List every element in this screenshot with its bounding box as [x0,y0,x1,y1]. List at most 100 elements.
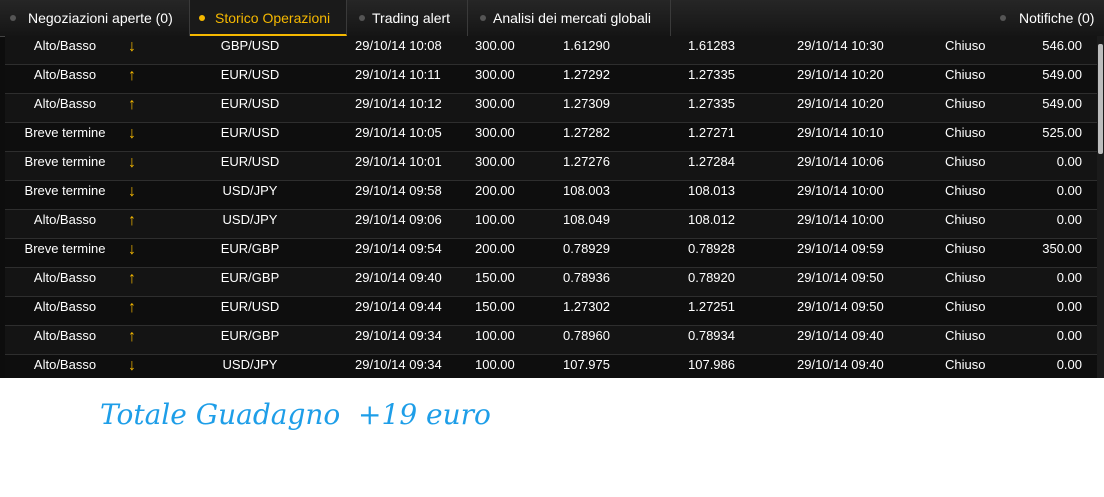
payout-amount: 546.00 [1042,38,1082,53]
tab-dot-icon [199,15,205,21]
direction-arrow-icon: ↑ [128,270,136,287]
expiry-time: 29/10/14 09:40 [797,357,884,372]
asset-pair: EUR/USD [220,67,280,82]
direction-arrow-icon: ↓ [128,241,136,258]
expiry-time: 29/10/14 09:50 [797,270,884,285]
trade-type: Alto/Basso [33,299,97,314]
close-price: 1.27284 [688,154,735,169]
tab-open-trades[interactable]: Negoziazioni aperte (0) [0,0,190,36]
open-price: 108.049 [563,212,610,227]
open-time: 29/10/14 09:54 [355,241,442,256]
trade-status: Chiuso [945,67,986,82]
investment-amount: 100.00 [475,328,515,343]
table-row[interactable]: Breve termine ↓ USD/JPY 29/10/14 09:58 200.0… [5,181,1097,210]
open-time: 29/10/14 10:12 [355,96,442,111]
asset-pair: USD/JPY [222,357,278,372]
notifications-button[interactable]: Notifiche (0) [996,0,1104,36]
asset-pair: USD/JPY [222,183,278,198]
investment-amount: 150.00 [475,270,515,285]
tab-dot-icon [480,15,486,21]
trade-status: Chiuso [945,154,986,169]
direction-arrow-icon: ↓ [128,154,136,171]
payout-amount: 0.00 [1056,328,1082,343]
open-time: 29/10/14 10:05 [355,125,442,140]
tab-dot-icon [359,15,365,21]
open-time: 29/10/14 10:08 [355,38,442,53]
trade-type: Alto/Basso [33,38,97,53]
open-time: 29/10/14 09:06 [355,212,442,227]
table-row[interactable]: Alto/Basso ↑ USD/JPY 29/10/14 09:06 100.00 10… [5,210,1097,239]
tab-label: Negoziazioni aperte (0) [28,10,173,26]
direction-arrow-icon: ↑ [128,212,136,229]
investment-amount: 300.00 [475,125,515,140]
expiry-time: 29/10/14 10:00 [797,183,884,198]
tab-trading-alert[interactable]: Trading alert [347,0,468,36]
payout-amount: 350.00 [1042,241,1082,256]
trade-status: Chiuso [945,125,986,140]
expiry-time: 29/10/14 10:06 [797,154,884,169]
payout-amount: 0.00 [1056,357,1082,372]
investment-amount: 100.00 [475,357,515,372]
trade-status: Chiuso [945,38,986,53]
table-scrollbar[interactable] [1097,36,1104,378]
direction-arrow-icon: ↓ [128,125,136,142]
trade-status: Chiuso [945,241,986,256]
asset-pair: EUR/GBP [220,241,280,256]
trade-type: Alto/Basso [33,96,97,111]
table-row[interactable]: Breve termine ↓ EUR/USD 29/10/14 10:05 300.0… [5,123,1097,152]
payout-amount: 549.00 [1042,96,1082,111]
expiry-time: 29/10/14 09:40 [797,328,884,343]
expiry-time: 29/10/14 10:10 [797,125,884,140]
open-time: 29/10/14 09:40 [355,270,442,285]
investment-amount: 200.00 [475,241,515,256]
table-row[interactable]: Alto/Basso ↑ EUR/GBP 29/10/14 09:34 100.00 0.… [5,326,1097,355]
open-price: 1.27276 [563,154,610,169]
payout-amount: 0.00 [1056,299,1082,314]
close-price: 1.27271 [688,125,735,140]
table-row[interactable]: Alto/Basso ↑ EUR/GBP 29/10/14 09:40 150.00 0.… [5,268,1097,297]
investment-amount: 200.00 [475,183,515,198]
payout-amount: 549.00 [1042,67,1082,82]
trade-type: Alto/Basso [33,357,97,372]
table-row[interactable]: Alto/Basso ↑ EUR/USD 29/10/14 10:11 300.00 1.… [5,65,1097,94]
tab-trade-history[interactable]: Storico Operazioni [190,0,347,36]
table-row[interactable]: Alto/Basso ↓ USD/JPY 29/10/14 09:34 100.00 10… [5,355,1097,378]
open-price: 1.61290 [563,38,610,53]
scrollbar-thumb[interactable] [1098,44,1103,154]
close-price: 108.013 [688,183,735,198]
asset-pair: EUR/GBP [220,328,280,343]
direction-arrow-icon: ↓ [128,357,136,374]
trade-type: Breve termine [24,241,106,256]
table-row[interactable]: Alto/Basso ↑ EUR/USD 29/10/14 09:44 150.00 1.… [5,297,1097,326]
table-row[interactable]: Breve termine ↓ EUR/USD 29/10/14 10:01 300.0… [5,152,1097,181]
expiry-time: 29/10/14 10:30 [797,38,884,53]
open-price: 1.27309 [563,96,610,111]
direction-arrow-icon: ↓ [128,38,136,55]
direction-arrow-icon: ↑ [128,299,136,316]
trade-type: Breve termine [24,183,106,198]
table-row[interactable]: Alto/Basso ↓ GBP/USD 29/10/14 10:08 300.00 1.… [5,36,1097,65]
open-time: 29/10/14 09:34 [355,357,442,372]
table-row[interactable]: Breve termine ↓ EUR/GBP 29/10/14 09:54 200.0… [5,239,1097,268]
tab-global-markets[interactable]: Analisi dei mercati globali [468,0,671,36]
expiry-time: 29/10/14 10:20 [797,96,884,111]
close-price: 0.78920 [688,270,735,285]
expiry-time: 29/10/14 09:59 [797,241,884,256]
open-price: 1.27282 [563,125,610,140]
investment-amount: 300.00 [475,154,515,169]
trade-status: Chiuso [945,212,986,227]
tab-label: Storico Operazioni [215,10,331,26]
notification-dot-icon [1000,15,1006,21]
payout-amount: 525.00 [1042,125,1082,140]
trade-type: Alto/Basso [33,67,97,82]
expiry-time: 29/10/14 10:00 [797,212,884,227]
asset-pair: EUR/USD [220,96,280,111]
tab-label: Trading alert [372,10,451,26]
trade-status: Chiuso [945,328,986,343]
open-price: 1.27302 [563,299,610,314]
asset-pair: EUR/USD [220,125,280,140]
investment-amount: 300.00 [475,38,515,53]
asset-pair: EUR/USD [220,299,280,314]
notifications-label: Notifiche (0) [1019,10,1095,26]
table-row[interactable]: Alto/Basso ↑ EUR/USD 29/10/14 10:12 300.00 1.… [5,94,1097,123]
